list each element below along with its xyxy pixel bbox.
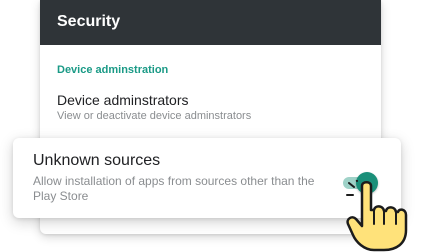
panel-header: Security bbox=[40, 0, 381, 45]
unknown-sources-title: Unknown sources bbox=[33, 152, 161, 169]
section-label-device-admin: Device adminstration bbox=[57, 64, 169, 76]
unknown-sources-description: Allow installation of apps from sources … bbox=[33, 174, 315, 203]
unknown-sources-setting[interactable]: Unknown sources Allow installation of ap… bbox=[13, 138, 401, 218]
page-title: Security bbox=[57, 13, 121, 30]
device-administrators-item-subtitle: View or deactivate device adminstrators bbox=[57, 110, 252, 122]
device-administrators-item-title[interactable]: Device adminstrators bbox=[57, 92, 189, 108]
pointing-hand-icon bbox=[346, 180, 408, 252]
